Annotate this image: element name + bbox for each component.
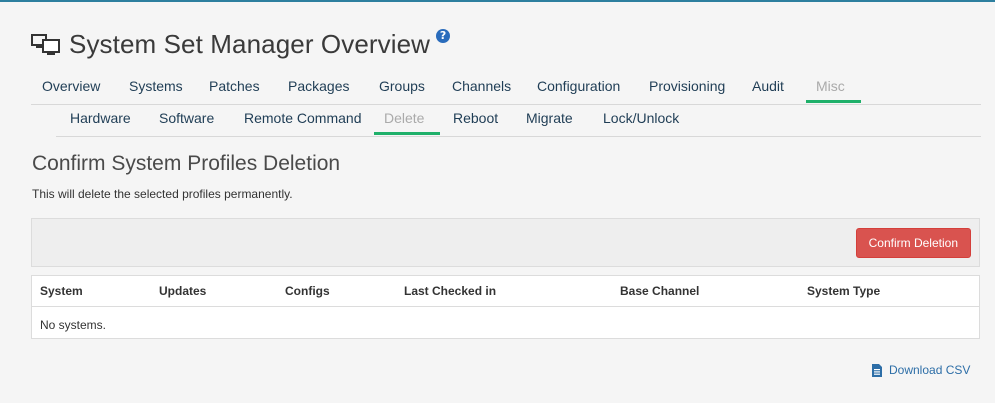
section-title: Confirm System Profiles Deletion — [32, 152, 341, 175]
active-subtab-indicator — [374, 132, 441, 135]
page-title: System Set Manager Overview — [69, 28, 431, 59]
subtab-lock-unlock[interactable]: Lock/Unlock — [603, 110, 679, 126]
tab-systems[interactable]: Systems — [129, 78, 183, 94]
subtab-remote-command[interactable]: Remote Command — [244, 110, 362, 126]
section-description: This will delete the selected profiles p… — [32, 187, 293, 201]
tab-groups[interactable]: Groups — [379, 78, 425, 94]
subtab-delete-label: Delete — [384, 110, 425, 126]
column-header-last-checked-in[interactable]: Last Checked in — [404, 284, 496, 298]
empty-table-message: No systems. — [40, 318, 107, 332]
column-header-system-type[interactable]: System Type — [807, 284, 880, 298]
systems-table: System Updates Configs Last Checked in B… — [31, 275, 980, 339]
action-bar: Confirm Deletion — [31, 218, 980, 267]
subtab-delete[interactable]: Delete — [374, 110, 441, 135]
system-set-icon — [31, 34, 60, 55]
download-csv-label: Download CSV — [889, 363, 971, 377]
download-csv-link[interactable]: Download CSV — [871, 363, 970, 377]
subtab-hardware[interactable]: Hardware — [70, 110, 131, 126]
tab-overview[interactable]: Overview — [42, 78, 100, 94]
tab-misc-label: Misc — [816, 78, 845, 94]
confirm-deletion-button[interactable]: Confirm Deletion — [855, 228, 971, 258]
help-icon[interactable]: ? — [436, 29, 451, 43]
page-header: System Set Manager Overview ? — [31, 26, 451, 62]
column-header-configs[interactable]: Configs — [285, 284, 330, 298]
column-header-system[interactable]: System — [40, 284, 83, 298]
table-header: System Updates Configs Last Checked in B… — [32, 276, 979, 307]
top-accent-line — [0, 0, 995, 2]
tab-patches[interactable]: Patches — [209, 78, 260, 94]
tab-channels[interactable]: Channels — [452, 78, 511, 94]
csv-file-icon — [872, 363, 882, 377]
tab-packages[interactable]: Packages — [288, 78, 349, 94]
subtab-reboot[interactable]: Reboot — [453, 110, 498, 126]
tab-audit[interactable]: Audit — [752, 78, 784, 94]
tab-misc[interactable]: Misc — [806, 78, 861, 103]
subtab-software[interactable]: Software — [159, 110, 214, 126]
tab-configuration[interactable]: Configuration — [537, 78, 620, 94]
active-tab-indicator — [806, 100, 861, 103]
subtab-migrate[interactable]: Migrate — [526, 110, 573, 126]
column-header-base-channel[interactable]: Base Channel — [620, 284, 699, 298]
tab-provisioning[interactable]: Provisioning — [649, 78, 725, 94]
primary-nav: Overview Systems Patches Packages Groups… — [31, 78, 981, 105]
secondary-nav: Hardware Software Remote Command Delete … — [56, 110, 981, 137]
column-header-updates[interactable]: Updates — [159, 284, 206, 298]
